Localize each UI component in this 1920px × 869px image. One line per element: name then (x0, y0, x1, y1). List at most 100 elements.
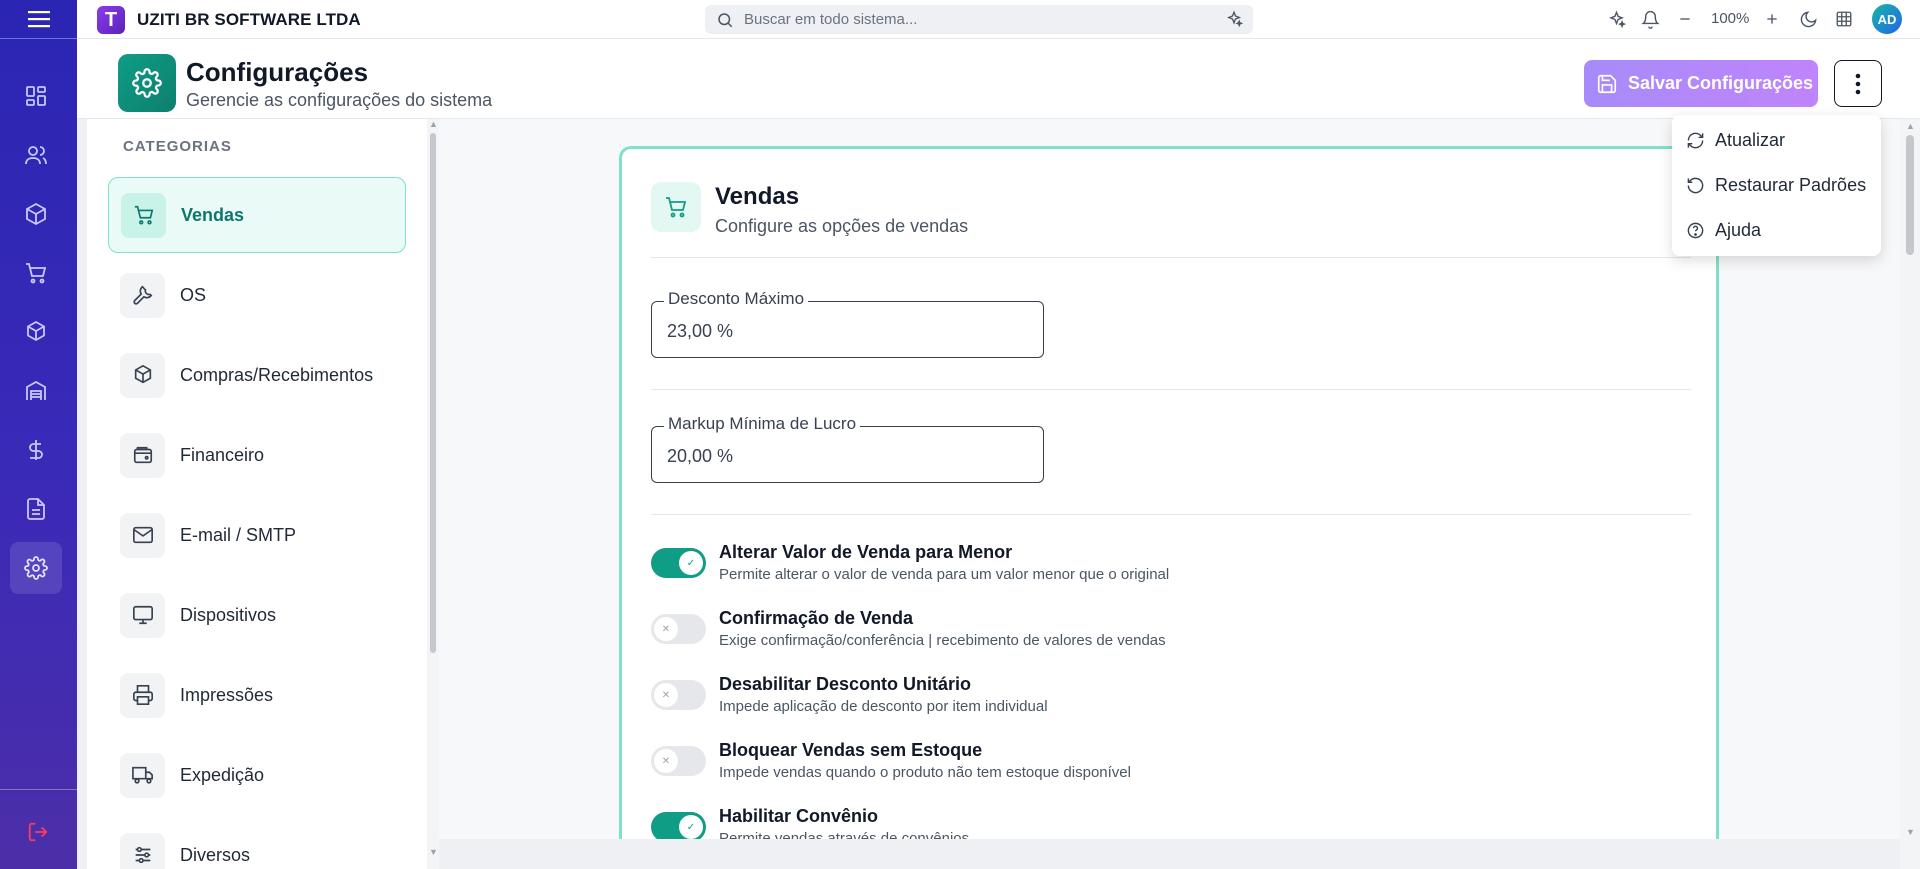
nav-sales[interactable] (10, 247, 62, 299)
nav-reports[interactable] (10, 483, 62, 535)
cart-icon (666, 197, 687, 218)
menu-item-restaurar[interactable]: Restaurar Padrões (1686, 171, 1866, 199)
notifications-button[interactable] (1640, 9, 1660, 29)
refresh-icon (1687, 132, 1704, 148)
nav-settings[interactable] (10, 542, 62, 594)
category-os[interactable]: OS (108, 257, 406, 333)
markup-minima-field[interactable]: Markup Mínima de Lucro (651, 414, 1044, 483)
toggle-row: ✕ Bloquear Vendas sem Estoque Impede ven… (651, 740, 1691, 790)
category-dispositivos[interactable]: Dispositivos (108, 577, 406, 653)
markup-minima-input[interactable] (667, 446, 1027, 467)
nav-products[interactable] (10, 188, 62, 240)
toggle-row: ✓ Alterar Valor de Venda para Menor Perm… (651, 542, 1691, 592)
nav-purchases[interactable] (10, 306, 62, 358)
category-expedicao[interactable]: Expedição (108, 737, 406, 813)
users-icon (25, 146, 47, 165)
nav-warehouse[interactable] (10, 365, 62, 417)
content-scrollbar[interactable]: ▲ ▼ (1900, 119, 1920, 869)
category-impressoes[interactable]: Impressões (108, 657, 406, 733)
dashboard-icon (26, 86, 46, 106)
check-icon: ✓ (679, 551, 703, 575)
category-vendas[interactable]: Vendas (108, 177, 406, 253)
category-label: Vendas (181, 204, 245, 225)
menu-item-ajuda[interactable]: Ajuda (1686, 216, 1761, 244)
more-options-button[interactable] (1834, 60, 1882, 107)
zoom-out-button[interactable] (1675, 9, 1695, 29)
top-bar: T UZITI BR SOFTWARE LTDA 100% AD (77, 0, 1920, 39)
desconto-maximo-input[interactable] (667, 321, 1027, 342)
grid-icon (1836, 11, 1852, 27)
theme-toggle-button[interactable] (1798, 9, 1818, 29)
sparkle-icon (1608, 9, 1626, 28)
scrollbar-thumb[interactable] (430, 133, 436, 653)
toggle-confirmacao-venda[interactable]: ✕ (651, 614, 706, 644)
x-icon: ✕ (654, 749, 678, 773)
section-icon (651, 182, 701, 232)
ai-assistant-button[interactable] (1606, 9, 1626, 29)
field-label: Desconto Máximo (664, 289, 809, 309)
settings-header-icon (118, 54, 176, 112)
app-logo[interactable]: T (97, 6, 125, 34)
toggle-alterar-valor[interactable]: ✓ (651, 548, 706, 578)
user-avatar[interactable]: AD (1872, 4, 1902, 34)
nav-dashboard[interactable] (10, 70, 62, 122)
save-settings-button[interactable]: Salvar Configurações (1584, 60, 1818, 107)
toggle-row: ✕ Confirmação de Venda Exige confirmação… (651, 608, 1691, 658)
scroll-up-icon[interactable]: ▲ (429, 119, 438, 129)
toggle-row: ✕ Desabilitar Desconto Unitário Impede a… (651, 674, 1691, 724)
category-label: Expedição (180, 764, 265, 785)
search-input[interactable] (744, 11, 1204, 28)
divider (651, 257, 1691, 258)
category-compras[interactable]: Compras/Recebimentos (108, 337, 406, 413)
category-diversos[interactable]: Diversos (108, 817, 406, 869)
nav-finance[interactable] (10, 424, 62, 476)
toggle-title: Bloquear Vendas sem Estoque (719, 740, 983, 760)
toggle-title: Confirmação de Venda (719, 608, 914, 628)
dollar-icon (29, 440, 43, 460)
nav-users[interactable] (10, 129, 62, 181)
category-icon-wrap (121, 192, 166, 238)
toggle-description: Impede vendas quando o produto não tem e… (719, 764, 1131, 781)
scroll-up-icon[interactable]: ▲ (1906, 121, 1915, 131)
field-label: Markup Mínima de Lucro (664, 414, 861, 434)
menu-item-atualizar[interactable]: Atualizar (1686, 126, 1785, 154)
logout-button[interactable] (22, 816, 54, 848)
global-search[interactable] (705, 5, 1253, 34)
category-label: Compras/Recebimentos (180, 364, 374, 385)
category-email[interactable]: E-mail / SMTP (108, 497, 406, 573)
cart-icon (134, 205, 153, 225)
scrollbar-thumb[interactable] (1906, 135, 1914, 255)
warehouse-icon (26, 380, 46, 400)
apps-grid-button[interactable] (1834, 9, 1854, 29)
desconto-maximo-field[interactable]: Desconto Máximo (651, 289, 1044, 358)
logo-letter: T (104, 8, 118, 31)
categories-scrollbar[interactable]: ▲ ▼ (427, 119, 439, 869)
category-label: Impressões (180, 684, 274, 705)
avatar-initials: AD (1877, 11, 1897, 27)
monitor-icon (132, 605, 153, 625)
toggle-title: Habilitar Convênio (719, 806, 879, 826)
toggle-bloquear-vendas[interactable]: ✕ (651, 746, 706, 776)
category-financeiro[interactable]: Financeiro (108, 417, 406, 493)
scroll-down-icon[interactable]: ▼ (429, 847, 438, 857)
divider (651, 389, 1691, 390)
toggle-title: Desabilitar Desconto Unitário (719, 674, 972, 694)
page-subtitle: Gerencie as configurações do sistema (186, 90, 493, 110)
company-name: UZITI BR SOFTWARE LTDA (137, 10, 361, 29)
category-label: Dispositivos (180, 604, 277, 625)
menu-toggle-button[interactable] (0, 0, 77, 39)
category-icon-wrap (120, 752, 165, 798)
toggle-desabilitar-desconto[interactable]: ✕ (651, 680, 706, 710)
divider (651, 514, 1691, 515)
category-icon-wrap (120, 672, 165, 718)
search-icon (718, 12, 733, 27)
scroll-down-icon[interactable]: ▼ (1906, 827, 1915, 837)
zoom-in-button[interactable] (1762, 9, 1782, 29)
toggle-row: ✓ Habilitar Convênio Permite vendas atra… (651, 806, 1691, 839)
toggle-habilitar-convenio[interactable]: ✓ (651, 812, 706, 839)
categories-panel: CATEGORIAS Vendas OS Compras/Recebimento… (87, 119, 427, 869)
help-icon (1687, 222, 1704, 238)
gear-icon (24, 556, 48, 580)
cart-icon (26, 263, 47, 284)
ai-sparkle-icon[interactable] (1225, 10, 1243, 28)
